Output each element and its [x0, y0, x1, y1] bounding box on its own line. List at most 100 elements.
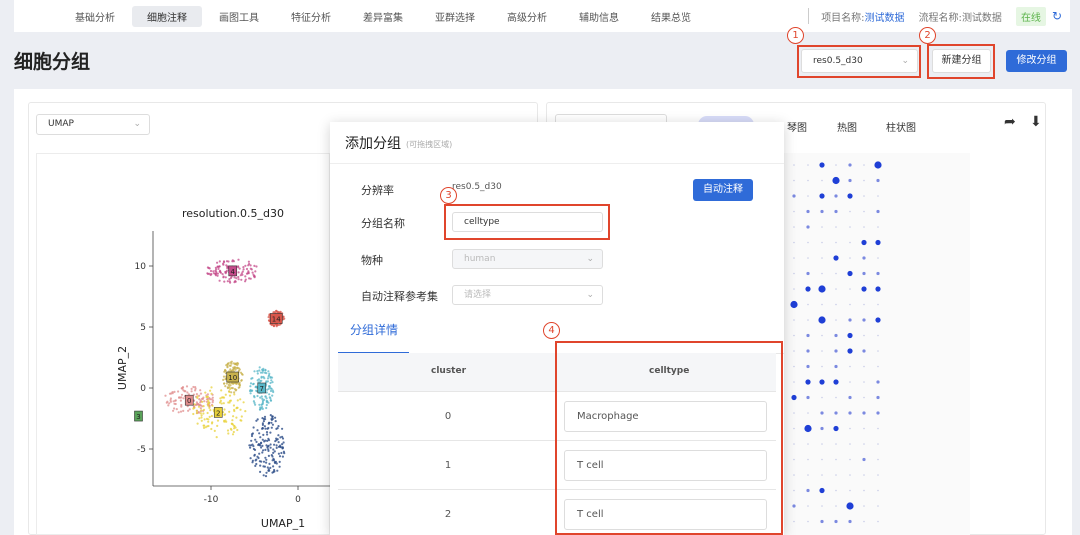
modal-header[interactable]: 添加分组 (可拖拽区域) — [330, 122, 784, 164]
dotplot-point — [821, 443, 823, 445]
dotplot-point — [849, 257, 851, 259]
download-icon[interactable]: ⬇ — [1030, 114, 1042, 130]
cell-point — [234, 368, 237, 371]
cell-point — [221, 396, 225, 399]
dotplot-point — [877, 257, 879, 259]
svg-text:7: 7 — [260, 385, 264, 393]
cell-point — [186, 391, 189, 394]
cell-point — [232, 362, 235, 365]
ref-select[interactable]: 请选择 ⌄ — [452, 285, 603, 305]
tab-barchart[interactable]: 柱状图 — [886, 119, 916, 134]
dotplot-point — [793, 365, 795, 368]
dotplot-point — [834, 333, 838, 338]
dotplot-point — [863, 365, 865, 368]
dotplot-point — [793, 272, 795, 275]
dotplot-point — [807, 412, 809, 414]
cell-point — [271, 455, 274, 458]
cell-point — [231, 259, 234, 262]
cell-point — [265, 461, 268, 464]
tab-group-details[interactable]: 分组详情 — [350, 321, 398, 338]
nav-tab-subset[interactable]: 亚群选择 — [420, 6, 490, 27]
dotplot-point — [806, 333, 810, 338]
cell-point — [254, 270, 257, 273]
dotplot-point — [875, 239, 881, 246]
cell-point — [244, 264, 247, 267]
nav-tab-basic[interactable]: 基础分析 — [60, 6, 130, 27]
cell-point — [267, 316, 270, 319]
ticks-layer: 10 5 0 -5 -10 0 — [135, 262, 302, 505]
nav-tab-advanced[interactable]: 高级分析 — [492, 6, 562, 27]
nav-tab-aux[interactable]: 辅助信息 — [564, 6, 634, 27]
dotplot-point — [847, 270, 853, 277]
dotplot-point — [793, 179, 795, 182]
cell-point — [164, 394, 167, 397]
x-tick-label: 0 — [295, 495, 301, 505]
cell-point — [275, 444, 278, 447]
resolution-label: 分辨率 — [361, 184, 394, 197]
tab-violin[interactable]: 琴图 — [787, 119, 807, 134]
cell-point — [195, 401, 198, 404]
auto-annotate-button[interactable]: 自动注释 — [693, 179, 753, 201]
cell-point — [264, 448, 267, 451]
dotplot-point — [876, 209, 880, 214]
cell-point — [277, 441, 280, 444]
cell-point — [223, 280, 226, 283]
cell-point — [216, 424, 219, 427]
nav-tab-overview[interactable]: 结果总览 — [636, 6, 706, 27]
nav-tab-plot-tools[interactable]: 画图工具 — [204, 6, 274, 27]
dotplot-point — [835, 396, 837, 399]
cell-point — [254, 464, 257, 467]
cell-point — [260, 441, 263, 444]
cell-point — [179, 399, 182, 402]
cell-point — [202, 424, 205, 427]
cell-point — [216, 272, 219, 275]
dotplot-point — [849, 241, 851, 244]
share-icon[interactable]: ➦ — [1004, 114, 1016, 130]
nav-tab-diff[interactable]: 差异富集 — [348, 6, 418, 27]
dotplot-point — [848, 519, 852, 524]
cell-point — [252, 383, 255, 386]
cell-point — [255, 389, 258, 392]
cell-point — [261, 438, 264, 441]
cell-point — [253, 370, 256, 373]
top-nav: 基础分析 细胞注释 画图工具 特征分析 差异富集 亚群选择 高级分析 辅助信息 … — [14, 0, 1070, 32]
dotplot-point — [821, 272, 823, 275]
cell-point — [193, 403, 196, 406]
chevron-down-icon: ⌄ — [586, 254, 594, 264]
dotplot-point — [849, 489, 851, 492]
dotplot-point — [874, 161, 882, 169]
cell-point — [173, 390, 176, 393]
dotplot-point — [793, 350, 795, 352]
dotplot-point — [875, 286, 881, 292]
cell-point — [175, 408, 178, 411]
cell-point — [221, 273, 224, 276]
cell-point — [216, 265, 219, 268]
add-group-modal[interactable]: 添加分组 (可拖拽区域) 分辨率 res0.5_d30 自动注释 分组名称 ce… — [330, 122, 784, 535]
nav-separator — [808, 8, 810, 24]
cell-point — [230, 382, 233, 385]
cell-point — [226, 280, 229, 283]
cell-point — [207, 404, 210, 407]
dotplot-point — [833, 379, 839, 385]
dotplot-point — [793, 443, 795, 445]
cell-point — [199, 407, 202, 410]
cell-point — [273, 470, 276, 473]
species-select[interactable]: human ⌄ — [452, 249, 603, 269]
cell-point — [274, 420, 277, 423]
tab-heatmap[interactable]: 热图 — [837, 119, 857, 134]
embedding-select[interactable]: UMAP ⌄ — [36, 114, 150, 135]
cell-point — [267, 448, 270, 451]
edit-group-button[interactable]: 修改分组 — [1006, 50, 1067, 72]
resolution-value: res0.5_d30 — [452, 182, 502, 192]
dotplot-point — [793, 427, 795, 430]
cell-point — [272, 458, 276, 462]
cell-point — [230, 360, 233, 363]
cell-point — [278, 460, 281, 463]
cell-point — [268, 462, 271, 465]
refresh-icon[interactable]: ↻ — [1052, 9, 1062, 23]
cell-point — [205, 395, 208, 399]
dotplot-point — [876, 178, 880, 183]
project-value[interactable]: 测试数据 — [865, 9, 905, 24]
nav-tab-annotation[interactable]: 细胞注释 — [132, 5, 202, 27]
nav-tab-features[interactable]: 特征分析 — [276, 6, 346, 27]
